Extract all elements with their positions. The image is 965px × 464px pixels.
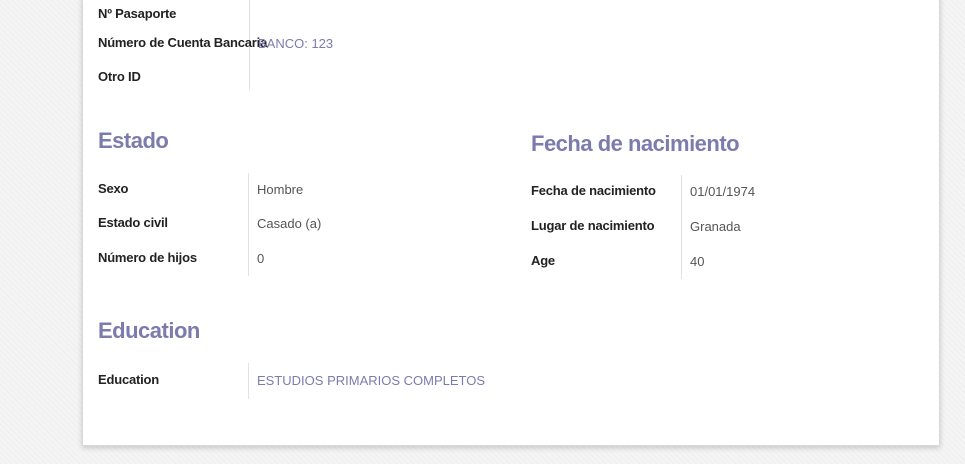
marital-status-value: Casado (a) — [257, 216, 322, 231]
passport-label: Nº Pasaporte — [98, 6, 177, 21]
marital-status-label: Estado civil — [98, 215, 168, 230]
birth-section-title: Fecha de nacimiento — [531, 131, 740, 156]
birth-place-label: Lugar de nacimiento — [531, 218, 655, 233]
bank-account-link[interactable]: BANCO: 123 — [258, 36, 333, 51]
gender-value: Hombre — [257, 182, 304, 197]
birth-date-label: Fecha de nacimiento — [531, 183, 656, 198]
status-separator — [248, 173, 249, 276]
birth-date-value: 01/01/1974 — [690, 184, 756, 199]
education-label: Education — [98, 372, 160, 387]
status-section-title: Estado — [98, 128, 169, 153]
age-label: Age — [531, 253, 555, 268]
gender-label: Sexo — [98, 181, 129, 196]
birth-place-value: Granada — [690, 219, 741, 234]
birth-separator — [681, 175, 682, 279]
education-value-link[interactable]: ESTUDIOS PRIMARIOS COMPLETOS — [257, 373, 485, 388]
children-label: Número de hijos — [98, 250, 197, 265]
bank-account-label: Número de Cuenta Bancaria — [98, 35, 268, 50]
other-id-label: Otro ID — [98, 69, 141, 84]
age-value: 40 — [690, 254, 705, 269]
education-section-title: Education — [98, 318, 200, 343]
education-separator — [248, 363, 249, 399]
children-value: 0 — [257, 251, 265, 266]
form-sheet — [82, 0, 940, 446]
